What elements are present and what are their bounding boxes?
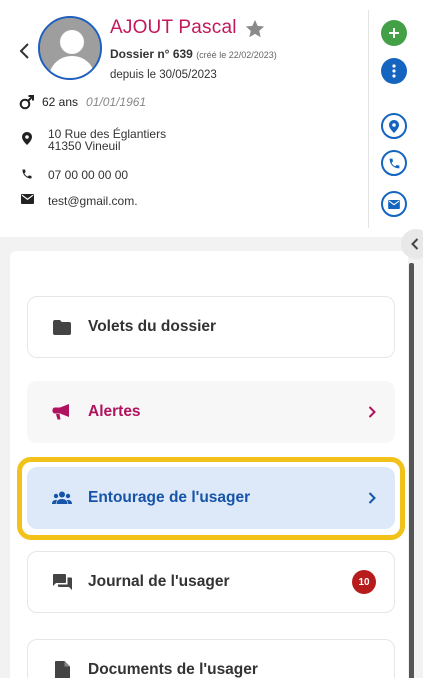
mail-icon — [388, 199, 400, 209]
star-icon[interactable] — [244, 18, 266, 40]
collapse-panel-button[interactable] — [401, 229, 423, 259]
phone-icon — [22, 169, 32, 179]
male-icon — [19, 95, 34, 110]
megaphone-icon — [52, 404, 69, 420]
age: 62 ans — [42, 95, 79, 109]
address: 10 Rue des Églantiers 41350 Vineuil — [20, 128, 166, 152]
mail-icon — [20, 194, 34, 204]
back-chevron-icon[interactable] — [18, 42, 32, 60]
menu-item-journal[interactable]: Journal de l'usager 10 — [27, 551, 395, 613]
chevron-right-icon — [368, 406, 376, 418]
location-button[interactable] — [381, 113, 407, 139]
phone-icon — [389, 158, 399, 168]
document-icon — [54, 661, 70, 678]
location-pin-icon — [22, 132, 32, 145]
menu-item-label: Documents de l'usager — [88, 661, 258, 678]
content-area: Volets du dossier Alertes Entourage de l… — [0, 229, 423, 678]
menu-item-entourage[interactable]: Entourage de l'usager — [27, 467, 395, 529]
address-line2: 41350 Vineuil — [48, 139, 121, 153]
dossier-number: Dossier n° 639 (créé le 22/02/2023) — [110, 47, 277, 61]
scrollbar[interactable] — [409, 263, 414, 678]
age-row: 62 ans 01/01/1961 — [19, 94, 146, 110]
email-button[interactable] — [381, 191, 407, 217]
menu-item-volets[interactable]: Volets du dossier — [27, 296, 395, 358]
menu-item-label: Journal de l'usager — [88, 573, 230, 590]
since-date: depuis le 30/05/2023 — [110, 69, 217, 81]
more-vertical-icon — [392, 64, 396, 78]
call-button[interactable] — [381, 150, 407, 176]
people-icon — [52, 491, 72, 504]
more-options-button[interactable] — [381, 58, 407, 84]
divider — [368, 10, 369, 228]
menu-item-label: Entourage de l'usager — [88, 489, 251, 506]
email-row: test@gmail.com. — [20, 194, 138, 208]
menu-item-label: Alertes — [88, 403, 141, 420]
patient-name: AJOUT Pascal — [110, 17, 237, 38]
phone-number: 07 00 00 00 00 — [48, 168, 129, 182]
count-badge: 10 — [352, 570, 376, 594]
chevron-right-icon — [368, 492, 376, 504]
phone-row: 07 00 00 00 00 — [20, 168, 128, 182]
birthdate: 01/01/1961 — [86, 95, 147, 109]
avatar — [38, 16, 102, 80]
menu-panel: Volets du dossier Alertes Entourage de l… — [10, 251, 408, 678]
folder-icon — [53, 319, 71, 335]
menu-item-alertes[interactable]: Alertes — [27, 381, 395, 443]
menu-item-label: Volets du dossier — [88, 318, 217, 335]
chevron-left-icon — [411, 238, 419, 250]
add-button[interactable] — [381, 20, 407, 46]
menu-item-documents[interactable]: Documents de l'usager — [27, 639, 395, 678]
email-address: test@gmail.com. — [48, 194, 138, 208]
chat-icon — [52, 574, 72, 590]
patient-header: AJOUT Pascal Dossier n° 639 (créé le 22/… — [0, 0, 423, 237]
plus-icon — [389, 28, 399, 38]
location-pin-icon — [389, 119, 399, 133]
